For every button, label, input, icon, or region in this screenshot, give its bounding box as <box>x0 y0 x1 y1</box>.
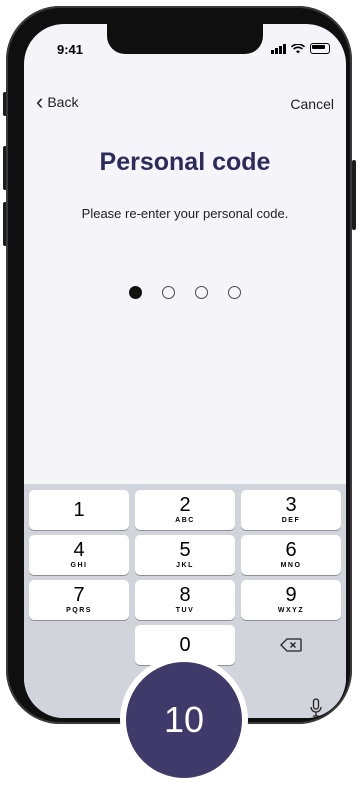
key-4[interactable]: 4 GHI <box>29 535 129 575</box>
back-label: Back <box>47 94 79 110</box>
chevron-left-icon: ‹ <box>36 89 44 114</box>
key-5[interactable]: 5 JKL <box>135 535 235 575</box>
microphone-icon <box>310 698 322 717</box>
key-3[interactable]: 3 DEF <box>241 490 341 530</box>
step-number-badge: 10 <box>120 656 248 784</box>
key-7[interactable]: 7 PQRS <box>29 580 129 620</box>
backspace-icon <box>280 638 302 652</box>
delete-button[interactable] <box>241 625 341 665</box>
pin-dot-empty <box>195 286 208 299</box>
page-subtitle: Please re-enter your personal code. <box>81 206 289 221</box>
page-title: Personal code <box>99 148 271 176</box>
cancel-button[interactable]: Cancel <box>290 96 334 112</box>
dictation-button[interactable] <box>310 698 322 718</box>
pin-dot-filled <box>129 286 142 299</box>
key-8[interactable]: 8 TUV <box>135 580 235 620</box>
key-6[interactable]: 6 MNO <box>241 535 341 575</box>
pin-dot-empty <box>228 286 241 299</box>
power-button <box>352 160 356 230</box>
notch <box>107 24 263 54</box>
signal-icon <box>271 44 286 54</box>
pin-indicator <box>24 286 346 299</box>
pin-dot-empty <box>162 286 175 299</box>
phone-frame: 9:41 ‹ Back Cancel Personal code Please … <box>6 6 352 724</box>
wifi-icon <box>291 44 305 54</box>
status-time: 9:41 <box>57 42 84 57</box>
key-1[interactable]: 1 <box>29 490 129 530</box>
key-9[interactable]: 9 WXYZ <box>241 580 341 620</box>
nav-bar: ‹ Back Cancel <box>24 89 346 116</box>
status-icons <box>271 43 330 54</box>
phone-screen: 9:41 ‹ Back Cancel Personal code Please … <box>24 24 346 718</box>
key-2[interactable]: 2 ABC <box>135 490 235 530</box>
back-button[interactable]: ‹ Back <box>36 89 79 114</box>
battery-icon <box>310 43 330 54</box>
